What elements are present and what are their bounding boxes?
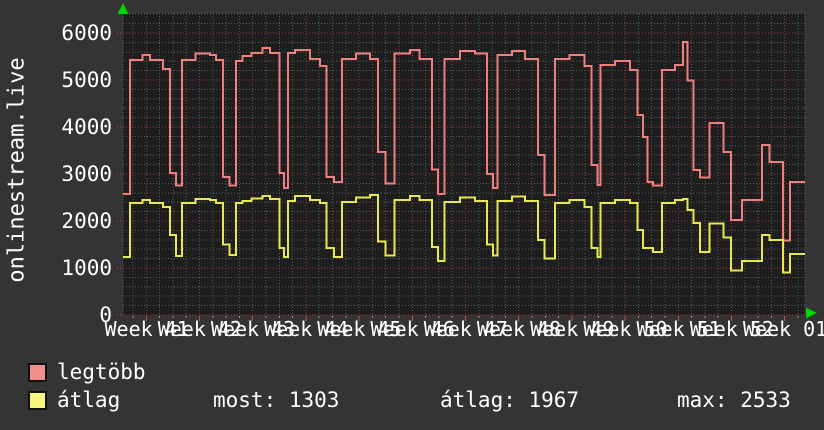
y-tick-label: 0 bbox=[99, 303, 112, 327]
stat-most: most: 1303 bbox=[213, 388, 340, 412]
y-tick-label: 2000 bbox=[61, 208, 112, 233]
y-tick-label: 1000 bbox=[61, 255, 112, 280]
y-axis-arrow-icon bbox=[117, 3, 129, 14]
rrd-weekly-graph: onlinestream.live 0 1000 2000 3000 4000 5000 6… bbox=[0, 0, 824, 430]
x-tick-label: Week 01 bbox=[742, 317, 824, 341]
stat-average: átlag: 1967 bbox=[440, 388, 580, 412]
plot-background bbox=[123, 13, 805, 315]
y-tick-label: 6000 bbox=[61, 20, 112, 45]
legend-swatch-max bbox=[28, 363, 47, 382]
legend-label-avg: átlag bbox=[57, 388, 121, 412]
legend-label-max: legtöbb bbox=[57, 360, 146, 384]
legend-swatch-avg bbox=[28, 391, 47, 410]
y-tick-label: 5000 bbox=[61, 67, 112, 92]
stat-max: max: 2533 bbox=[677, 388, 791, 412]
y-tick-label: 4000 bbox=[61, 114, 112, 139]
y-tick-label: 3000 bbox=[61, 161, 112, 186]
